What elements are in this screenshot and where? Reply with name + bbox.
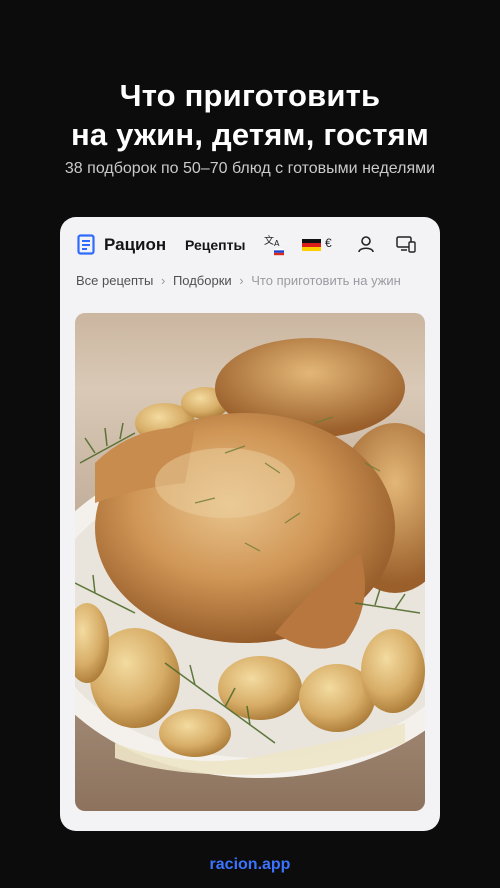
page-title-line-2: на ужин, детям, гостям — [71, 117, 429, 152]
svg-text:文: 文 — [264, 234, 274, 247]
breadcrumb: Все рецепты › Подборки › Что приготовить… — [76, 273, 401, 288]
breadcrumb-all-recipes[interactable]: Все рецепты — [76, 273, 153, 288]
app-preview-card: Рацион Рецепты 文 A € Все рецепты › Подбо… — [60, 217, 440, 831]
navbar: Рацион Рецепты 文 A € — [60, 217, 440, 271]
site-link[interactable]: racion.app — [0, 856, 500, 874]
flag-de-icon[interactable] — [302, 239, 321, 251]
breadcrumb-collections[interactable]: Подборки — [173, 273, 232, 288]
user-icon[interactable] — [357, 235, 375, 253]
page-title-line-1: Что приготовить — [119, 78, 381, 113]
nav-link-recipes[interactable]: Рецепты — [185, 237, 245, 253]
breadcrumb-current: Что приготовить на ужин — [251, 273, 401, 288]
currency-label[interactable]: € — [325, 236, 332, 250]
page-subtitle: 38 подборок по 50–70 блюд с готовыми нед… — [64, 160, 436, 177]
breadcrumb-separator: › — [160, 273, 166, 288]
device-icon[interactable] — [396, 235, 416, 253]
recipe-photo — [75, 313, 425, 811]
document-icon — [77, 234, 95, 255]
flag-ru-icon — [273, 247, 285, 256]
page-title: Что приготовить на ужин, детям, гостям — [0, 76, 500, 154]
translate-icon[interactable]: 文 A — [263, 234, 285, 256]
brand-name[interactable]: Рацион — [104, 235, 166, 255]
svg-text:A: A — [274, 239, 280, 248]
breadcrumb-separator: › — [239, 273, 244, 288]
